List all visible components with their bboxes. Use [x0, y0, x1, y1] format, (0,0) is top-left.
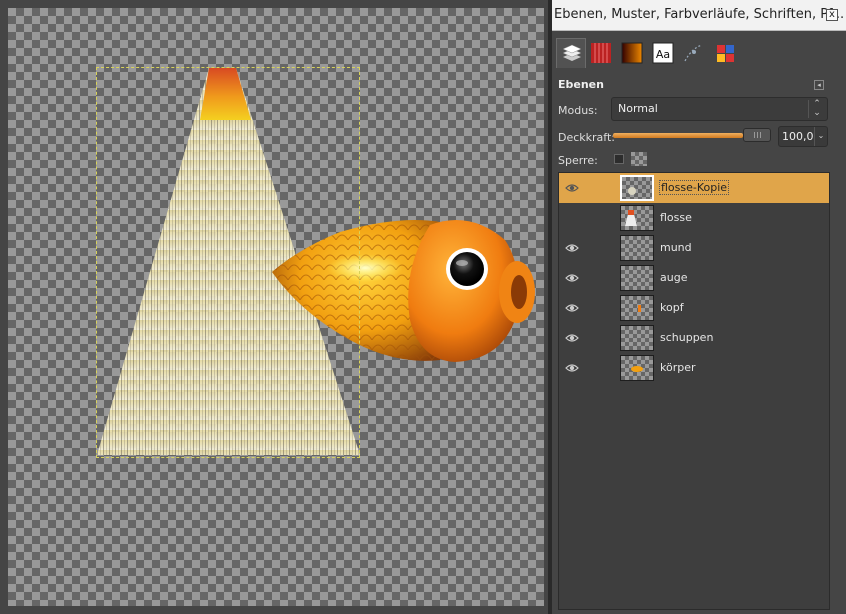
layers-list[interactable]: flosse-Kopie flosse mund auge kopf schuppen kö…: [558, 172, 830, 610]
fonts-tab-label: Aa: [656, 48, 670, 61]
panel-menu-icon[interactable]: ◂: [814, 80, 824, 90]
spin-down-icon[interactable]: ⌄: [814, 127, 827, 146]
patterns-tab-icon[interactable]: [587, 38, 617, 68]
layer-name: schuppen: [660, 331, 714, 344]
opacity-slider[interactable]: [613, 133, 743, 138]
chevron-updown-icon: ⌃ ⌄: [808, 100, 825, 118]
eye-icon[interactable]: [565, 362, 579, 374]
colors-tab-icon[interactable]: [711, 38, 741, 68]
layer-name: mund: [660, 241, 692, 254]
mode-value: Normal: [618, 102, 658, 115]
layer-row[interactable]: mund: [559, 233, 829, 263]
layer-row[interactable]: flosse: [559, 203, 829, 233]
layer-row[interactable]: kopf: [559, 293, 829, 323]
close-icon[interactable]: x: [826, 9, 838, 21]
lock-pixels-checkbox[interactable]: [614, 154, 624, 164]
eye-icon[interactable]: [565, 332, 579, 344]
layers-dock: Ebenen, Muster, Farbverläufe, Schriften,…: [552, 0, 846, 614]
opacity-value: 100,0: [782, 130, 814, 143]
eye-icon[interactable]: [565, 302, 579, 314]
layer-name: flosse: [660, 211, 692, 224]
layer-name: körper: [660, 361, 696, 374]
opacity-slider-fill: [613, 133, 743, 138]
layer-thumbnail: [620, 325, 654, 351]
image-canvas[interactable]: [0, 0, 548, 614]
eye-icon[interactable]: [565, 242, 579, 254]
layer-row[interactable]: auge: [559, 263, 829, 293]
layer-row[interactable]: schuppen: [559, 323, 829, 353]
layers-tab-icon[interactable]: [556, 38, 586, 68]
fonts-tab-icon[interactable]: Aa: [649, 38, 679, 68]
eye-icon[interactable]: [565, 272, 579, 284]
layer-thumbnail: [620, 295, 654, 321]
layer-thumbnail: [620, 175, 654, 201]
panel-title: Ebenen: [558, 78, 604, 91]
lock-alpha-icon[interactable]: [631, 152, 647, 166]
paths-tab-icon[interactable]: [680, 38, 710, 68]
opacity-slider-handle[interactable]: [743, 128, 771, 142]
mode-label: Modus:: [558, 104, 598, 117]
layer-thumbnail: [620, 235, 654, 261]
mode-select[interactable]: Normal ⌃ ⌄: [611, 97, 828, 121]
layer-row[interactable]: körper: [559, 353, 829, 383]
dock-title-bar: Ebenen, Muster, Farbverläufe, Schriften,…: [552, 0, 846, 31]
layer-thumbnail: [620, 205, 654, 231]
layer-name: flosse-Kopie: [658, 180, 730, 195]
layer-name: auge: [660, 271, 688, 284]
layer-thumbnail: [620, 265, 654, 291]
lock-label: Sperre:: [558, 154, 598, 167]
gradients-tab-icon[interactable]: [618, 38, 648, 68]
eye-icon[interactable]: [565, 182, 579, 194]
dock-title: Ebenen, Muster, Farbverläufe, Schriften,…: [554, 7, 845, 22]
layer-name: kopf: [660, 301, 684, 314]
opacity-input[interactable]: 100,0 ⌄: [778, 126, 828, 147]
layer-boundary: [96, 67, 360, 458]
layer-row[interactable]: flosse-Kopie: [559, 173, 829, 203]
opacity-label: Deckkraft:: [558, 131, 615, 144]
eye-hidden-placeholder[interactable]: [565, 212, 579, 224]
layer-thumbnail: [620, 355, 654, 381]
